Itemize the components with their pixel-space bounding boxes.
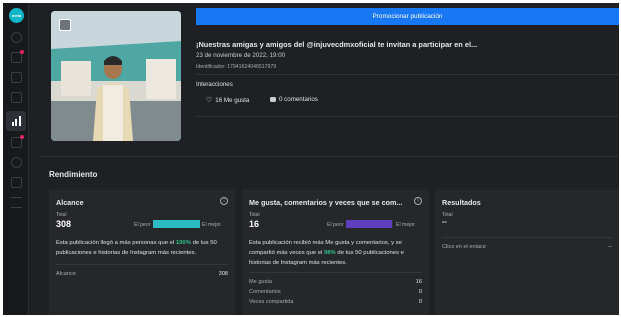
calendar-icon[interactable] xyxy=(11,72,22,83)
meta-logo[interactable]: meta xyxy=(9,8,24,23)
section-divider xyxy=(40,156,619,157)
list-icon[interactable] xyxy=(11,92,22,103)
dollar-icon[interactable] xyxy=(11,157,22,168)
info-icon[interactable]: i xyxy=(220,197,228,205)
reach-description: Esta publicación llegó a más personas qu… xyxy=(56,238,231,258)
row-divider xyxy=(442,237,612,238)
total-value: 16 xyxy=(249,219,260,229)
row-divider xyxy=(249,272,422,273)
divider xyxy=(196,116,619,117)
results-card: Resultados Total -- Clics en el enlace -… xyxy=(435,189,619,315)
image-type-icon xyxy=(59,19,71,31)
section-title: Rendimiento xyxy=(49,170,98,179)
engagement-row-value: 16 xyxy=(415,279,422,285)
engagement-title: Me gusta, comentarios y veces que se com… xyxy=(249,198,403,207)
total-label: Total xyxy=(56,212,67,218)
info-icon[interactable]: i xyxy=(414,197,422,205)
post-date: 23 de noviembre de 2022, 19:00 xyxy=(196,52,286,59)
reach-row-label: Alcance xyxy=(56,271,76,277)
desc-highlight: 98% xyxy=(323,250,336,256)
post-photo xyxy=(51,11,181,141)
worst-label: El peor xyxy=(327,222,344,228)
promote-button[interactable]: Promocionar publicación xyxy=(196,8,619,25)
engagement-percentile-fill xyxy=(346,220,393,228)
total-value: -- xyxy=(442,219,447,226)
post-title: ¡Nuestras amigas y amigos del @injuvecdm… xyxy=(196,40,478,49)
post-id: Identificador: 17941624046517979 xyxy=(196,64,277,70)
engagement-percentile-track xyxy=(346,220,393,228)
reach-title: Alcance xyxy=(56,198,84,207)
best-label: El mejor xyxy=(396,222,416,228)
main-content: Promocionar publicación ¡Nuestras amigas… xyxy=(30,3,619,315)
desc-pre: Esta publicación llegó a más personas qu… xyxy=(56,240,176,246)
divider xyxy=(196,74,619,75)
post-image[interactable] xyxy=(51,11,181,141)
total-label: Total xyxy=(442,212,453,218)
insights-icon[interactable] xyxy=(6,111,26,131)
total-value: 308 xyxy=(56,219,72,229)
likes-label: 16 Me gusta xyxy=(215,96,250,104)
reach-percentile-fill xyxy=(153,220,200,228)
home-icon[interactable] xyxy=(11,32,22,43)
engagement-description: Esta publicación recibió más Me gusta y … xyxy=(249,238,424,268)
comments-label: 0 comentarios xyxy=(279,96,318,103)
notification-dot xyxy=(20,135,24,139)
worst-label: El peor xyxy=(134,222,151,228)
tag-icon[interactable] xyxy=(11,177,22,188)
desc-highlight: 100% xyxy=(175,240,191,246)
comments-count: 0 comentarios xyxy=(270,96,318,103)
left-rail: meta xyxy=(3,3,29,315)
row-divider xyxy=(56,264,228,265)
reach-percentile-track xyxy=(153,220,200,228)
results-row-value: -- xyxy=(608,244,612,250)
engagement-row-label: Comentarios xyxy=(249,289,281,295)
notification-dot xyxy=(20,50,24,54)
results-row-label: Clics en el enlace xyxy=(442,244,486,250)
reach-card: Alcance i Total 308 El peor El mejor Est… xyxy=(49,189,235,315)
engagement-card: Me gusta, comentarios y veces que se com… xyxy=(242,189,429,315)
menu-icon[interactable] xyxy=(11,197,22,208)
engagement-row-value: 0 xyxy=(418,289,422,295)
comment-icon xyxy=(270,97,276,102)
likes-count: ♡ 16 Me gusta xyxy=(206,96,250,105)
app-window: meta Promocionar publicación ¡Nuestras a… xyxy=(3,3,619,315)
heart-icon: ♡ xyxy=(206,97,213,104)
reach-row-value: 308 xyxy=(218,271,228,277)
engagement-row-label: Me gusta xyxy=(249,279,273,285)
engagement-row-value: 0 xyxy=(418,299,422,305)
interactions-label: Interacciones xyxy=(196,81,233,88)
best-label: El mejor xyxy=(202,222,222,228)
engagement-row-label: Veces compartida xyxy=(249,299,294,305)
total-label: Total xyxy=(249,212,260,218)
results-title: Resultados xyxy=(442,198,481,207)
